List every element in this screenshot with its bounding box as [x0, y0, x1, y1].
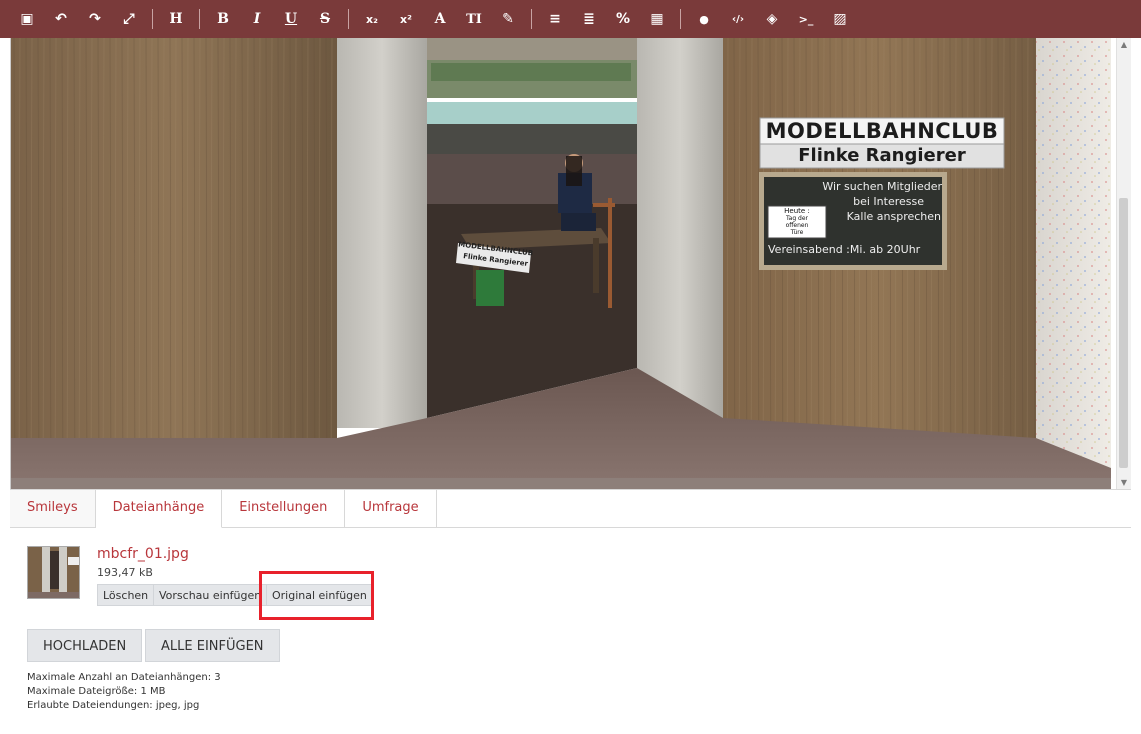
underline-icon[interactable]: U	[274, 0, 308, 38]
italic-icon[interactable]: I	[240, 0, 274, 38]
delete-button[interactable]: Löschen	[97, 584, 155, 606]
board-note-2: Tag der	[785, 215, 809, 222]
board-line-4: Vereinsabend :Mi. ab 20Uhr	[768, 243, 921, 256]
list-icon[interactable]: ≡	[538, 0, 572, 38]
terminal-icon[interactable]: >_	[789, 0, 823, 38]
font-color-icon[interactable]: A	[423, 0, 457, 38]
sign-title: MODELLBAHNCLUB	[765, 119, 999, 143]
toolbar-divider	[531, 9, 532, 29]
embedded-image	[11, 38, 1111, 490]
scroll-up-icon[interactable]: ▲	[1117, 38, 1131, 52]
toolbar-divider	[199, 9, 200, 29]
attachments-panel: mbcfr_01.jpg 193,47 kB Löschen Vorschau …	[10, 527, 1131, 734]
editor-scrollbar[interactable]: ▲ ▼	[1116, 38, 1131, 490]
brush-icon[interactable]: ✎	[491, 0, 525, 38]
link-icon[interactable]: %	[606, 0, 640, 38]
insert-all-button[interactable]: ALLE EINFÜGEN	[145, 629, 280, 662]
info-max-size: Maximale Dateigröße: 1 MB	[27, 686, 166, 697]
board-note-3: offenen	[785, 222, 809, 229]
image-icon[interactable]: ▨	[823, 0, 857, 38]
board-line-1: Wir suchen Mitglieder	[822, 180, 942, 193]
strikethrough-icon[interactable]: S	[308, 0, 342, 38]
attachment-filename[interactable]: mbcfr_01.jpg	[97, 546, 189, 562]
attachment-filesize: 193,47 kB	[97, 566, 153, 579]
bold-icon[interactable]: B	[206, 0, 240, 38]
align-icon[interactable]: ≣	[572, 0, 606, 38]
tab-attachments[interactable]: Dateianhänge	[95, 490, 223, 528]
tab-poll[interactable]: Umfrage	[345, 490, 437, 527]
board-note-4: Türe	[790, 229, 804, 236]
quote-icon[interactable]: ●	[687, 0, 721, 38]
fullscreen-icon[interactable]: ⤢	[112, 0, 146, 38]
info-max-count: Maximale Anzahl an Dateianhängen: 3	[27, 672, 221, 683]
editor-content[interactable]: MODELLBAHNCLUB Flinke Rangierer Wir such…	[10, 38, 1126, 490]
highlight-box	[259, 571, 374, 620]
upload-button[interactable]: HOCHLADEN	[27, 629, 143, 662]
font-size-icon[interactable]: TI	[457, 0, 491, 38]
toolbar-divider	[348, 9, 349, 29]
scrollbar-thumb[interactable]	[1119, 198, 1128, 468]
subscript-icon[interactable]: x₂	[355, 0, 389, 38]
sign-subtitle: Flinke Rangierer	[798, 145, 966, 166]
superscript-icon[interactable]: x²	[389, 0, 423, 38]
insert-preview-button[interactable]: Vorschau einfügen	[153, 584, 268, 606]
tab-smileys[interactable]: Smileys	[10, 490, 96, 527]
attachment-thumbnail[interactable]	[27, 546, 80, 599]
heading-icon[interactable]: H	[159, 0, 193, 38]
toolbar-divider	[152, 9, 153, 29]
board-note-1: Heute :	[784, 207, 810, 215]
board-line-3: Kalle ansprechen	[846, 210, 941, 223]
toolbar-divider	[680, 9, 681, 29]
table-icon[interactable]: ▦	[640, 0, 674, 38]
code-icon[interactable]: ‹/›	[721, 0, 755, 38]
editor-tabs: Smileys Dateianhänge Einstellungen Umfra…	[10, 489, 1131, 528]
redo-icon[interactable]: ↷	[78, 0, 112, 38]
scroll-down-icon[interactable]: ▼	[1117, 476, 1131, 490]
tab-settings[interactable]: Einstellungen	[222, 490, 346, 527]
info-extensions: Erlaubte Dateiendungen: jpeg, jpg	[27, 700, 200, 711]
editor-toolbar: ▣ ↶ ↷ ⤢ H B I U S x₂ x² A TI ✎ ≡ ≣ % ▦ ●…	[0, 0, 1141, 38]
spoiler-icon[interactable]: ◈	[755, 0, 789, 38]
undo-icon[interactable]: ↶	[44, 0, 78, 38]
source-icon[interactable]: ▣	[10, 0, 44, 38]
